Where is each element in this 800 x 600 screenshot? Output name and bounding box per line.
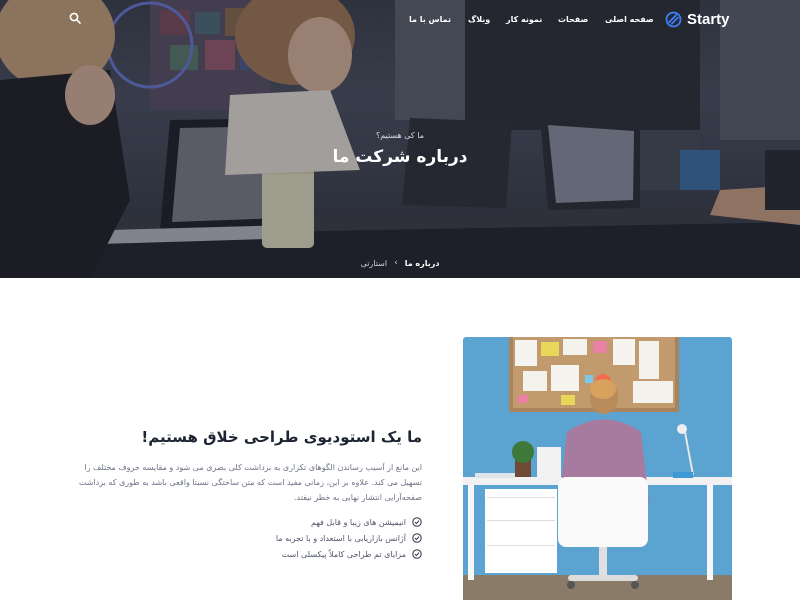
- nav-item-portfolio[interactable]: نمونه کار: [506, 15, 542, 24]
- hero-banner: Starty صفحه اصلی صفحات نمونه کار وبلاگ ت…: [0, 0, 800, 278]
- feature-label: مزایای تم طراحی کاملاً پیکسلی است: [281, 549, 406, 559]
- section-title: ما یک استودیوی طراحی خلاق هستیم!: [141, 428, 422, 446]
- brand-logo[interactable]: Starty: [665, 11, 730, 28]
- check-circle-icon: [412, 517, 422, 527]
- feature-item: مزایای تم طراحی کاملاً پیکسلی است: [180, 546, 422, 562]
- breadcrumb: درباره ما › استارتی: [320, 258, 480, 268]
- check-circle-icon: [412, 533, 422, 543]
- logo-icon: [665, 11, 682, 28]
- nav-item-pages[interactable]: صفحات: [558, 15, 588, 24]
- brand-name: Starty: [687, 11, 730, 28]
- feature-label: انیمیشن های زیبا و قابل فهم: [311, 517, 406, 527]
- main-nav: صفحه اصلی صفحات نمونه کار وبلاگ تماس با …: [400, 15, 654, 29]
- office-workspace-image: [463, 337, 732, 600]
- feature-label: آژانس بازاریابی با استعداد و با تجربه ما: [275, 533, 406, 543]
- breadcrumb-home-link[interactable]: استارتی: [361, 259, 388, 268]
- feature-item: آژانس بازاریابی با استعداد و با تجربه ما: [180, 530, 422, 546]
- section-text: این مانع از آسیب رساندن الگوهای تکراری ب…: [78, 463, 422, 502]
- nav-item-home[interactable]: صفحه اصلی: [605, 15, 654, 24]
- page-title: درباره شرکت ما: [332, 147, 468, 167]
- chevron-icon: ›: [394, 258, 398, 268]
- feature-list: انیمیشن های زیبا و قابل فهم آژانس بازاری…: [180, 514, 422, 562]
- nav-item-blog[interactable]: وبلاگ: [468, 15, 490, 24]
- breadcrumb-current: درباره ما: [404, 258, 440, 268]
- hero-eyebrow: ما کی هستیم؟: [375, 131, 425, 140]
- search-icon[interactable]: [69, 12, 81, 24]
- nav-item-contact[interactable]: تماس با ما: [409, 15, 451, 24]
- feature-item: انیمیشن های زیبا و قابل فهم: [180, 514, 422, 530]
- check-circle-icon: [412, 549, 422, 559]
